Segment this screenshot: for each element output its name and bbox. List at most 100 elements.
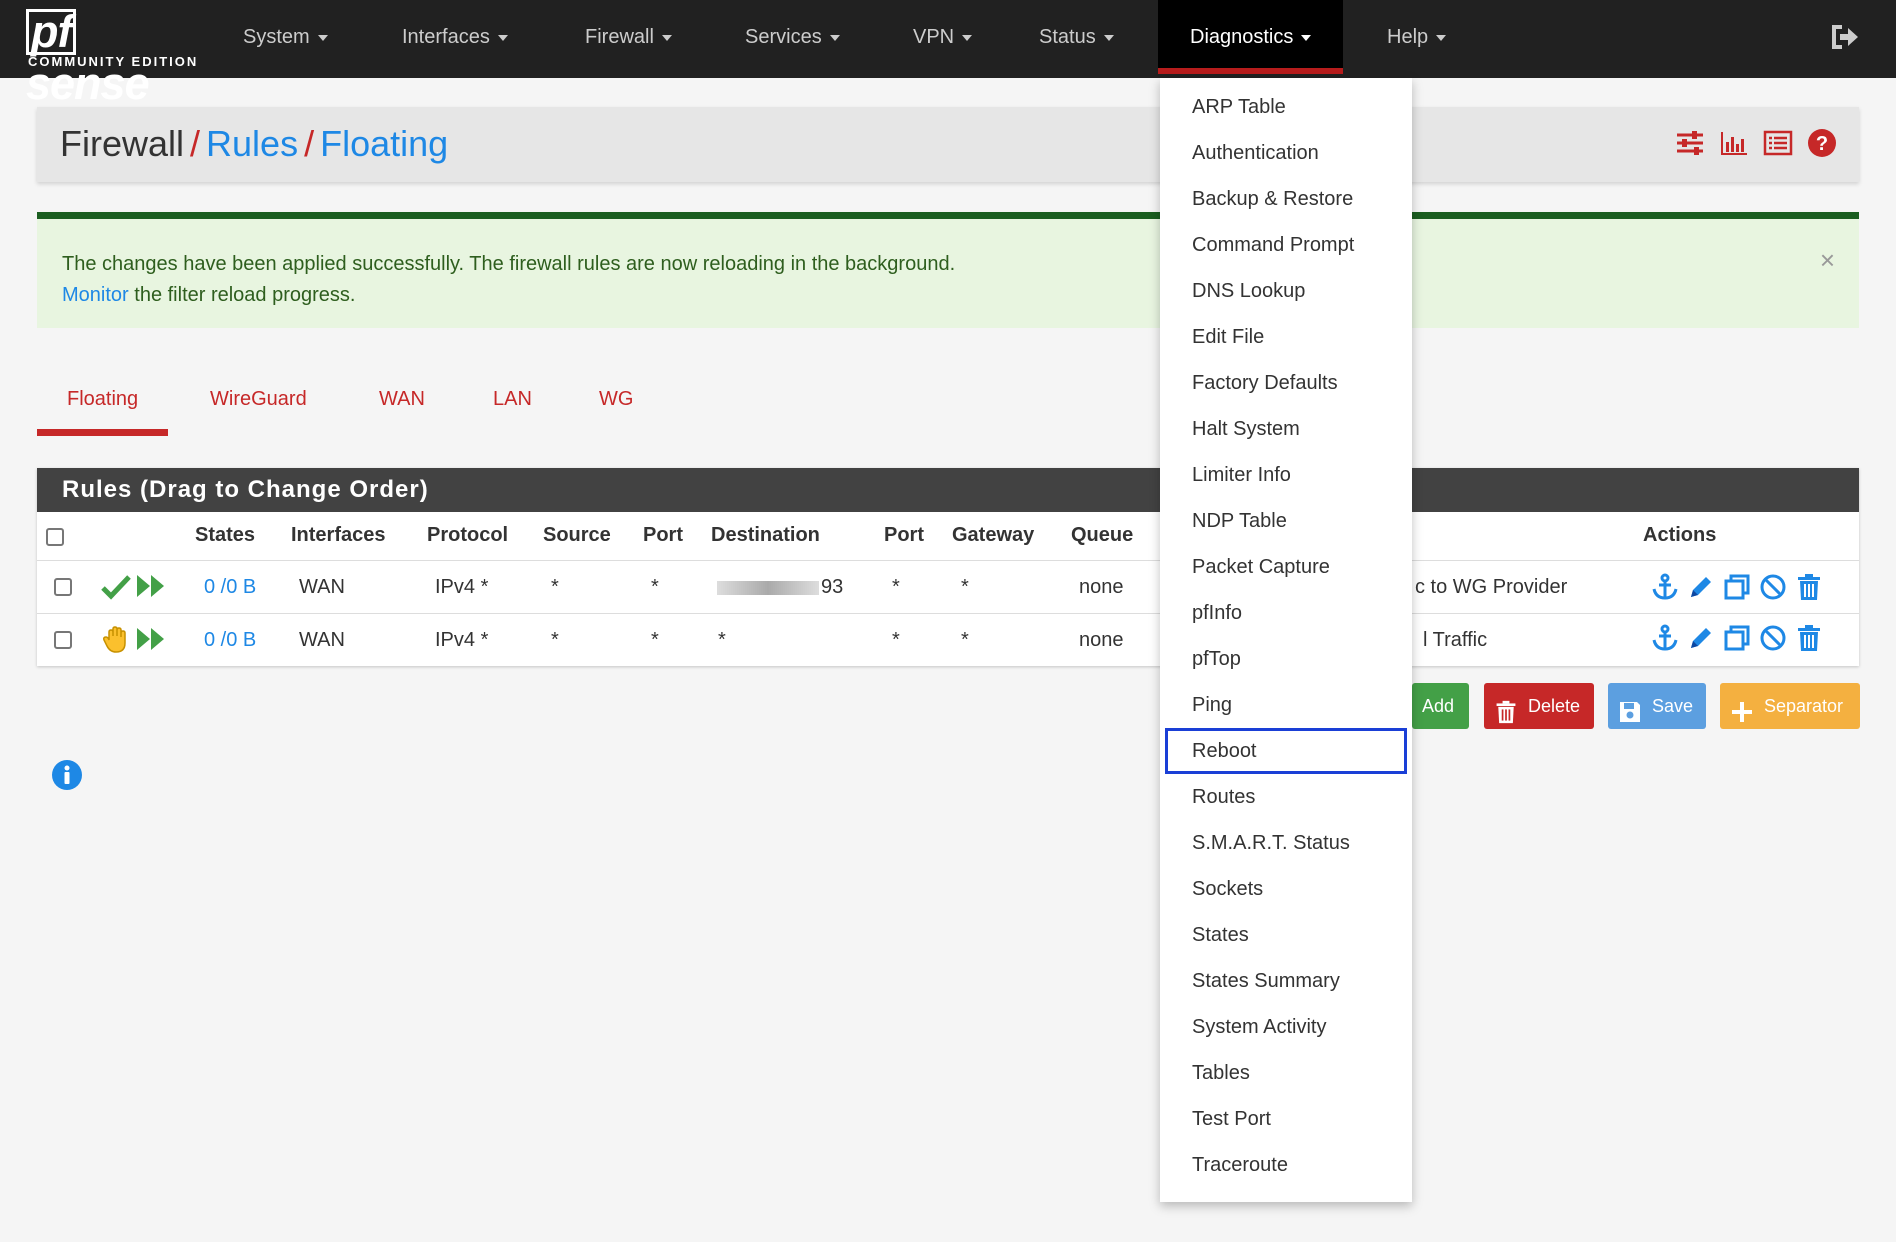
- tab-wg[interactable]: WG: [599, 380, 633, 436]
- table-row[interactable]: 0 /0 B WAN IPv4 * * * 93 * * none c to W…: [37, 560, 1859, 612]
- caret-down-icon: [661, 34, 672, 41]
- trash-icon[interactable]: [1795, 624, 1823, 652]
- tab-lan[interactable]: LAN: [493, 380, 532, 436]
- rule-queue: none: [1079, 576, 1124, 598]
- alert-message-tail: the filter reload progress.: [128, 284, 356, 306]
- menu-item-smart-status[interactable]: S.M.A.R.T. Status: [1160, 820, 1412, 866]
- rule-protocol: IPv4 *: [435, 629, 489, 651]
- rule-description: c to WG Provider: [1415, 576, 1568, 598]
- menu-item-test-port[interactable]: Test Port: [1160, 1096, 1412, 1142]
- menu-item-traceroute[interactable]: Traceroute: [1160, 1142, 1412, 1188]
- trash-icon[interactable]: [1795, 573, 1823, 601]
- menu-item-limiter-info[interactable]: Limiter Info: [1160, 452, 1412, 498]
- monitor-link[interactable]: Monitor: [62, 284, 129, 306]
- tab-wan[interactable]: WAN: [379, 380, 425, 436]
- logout-icon[interactable]: [1828, 22, 1860, 52]
- rule-source: *: [551, 629, 559, 651]
- nav-services[interactable]: Services: [745, 0, 840, 74]
- caret-down-icon: [829, 34, 840, 41]
- rule-port: *: [651, 576, 659, 598]
- menu-item-command-prompt[interactable]: Command Prompt: [1160, 222, 1412, 268]
- nav-system[interactable]: System: [243, 0, 328, 74]
- menu-item-authentication[interactable]: Authentication: [1160, 130, 1412, 176]
- rule-destination: *: [718, 629, 726, 651]
- rule-destination: 93: [717, 576, 843, 599]
- tab-floating[interactable]: Floating: [37, 380, 169, 436]
- menu-item-factory-defaults[interactable]: Factory Defaults: [1160, 360, 1412, 406]
- logo-pf: pf: [26, 9, 77, 55]
- disable-icon[interactable]: [1759, 624, 1787, 652]
- info-icon[interactable]: [51, 759, 83, 791]
- sliders-icon[interactable]: [1675, 128, 1705, 158]
- nav-status[interactable]: Status: [1039, 0, 1114, 74]
- top-navbar: pfsense COMMUNITY EDITION System Interfa…: [0, 0, 1896, 109]
- row-checkbox[interactable]: [54, 578, 72, 596]
- states-link[interactable]: 0 /0 B: [204, 576, 256, 599]
- nav-diagnostics[interactable]: Diagnostics: [1158, 0, 1344, 74]
- nav-help[interactable]: Help: [1387, 0, 1447, 74]
- menu-item-system-activity[interactable]: System Activity: [1160, 1004, 1412, 1050]
- rule-dest-port: *: [892, 629, 900, 651]
- breadcrumb-panel: Firewall / Rules / Floating ?: [37, 107, 1859, 182]
- select-all-checkbox[interactable]: [46, 528, 64, 546]
- close-icon[interactable]: ×: [1820, 245, 1835, 276]
- copy-icon[interactable]: [1723, 624, 1751, 652]
- table-row[interactable]: 0 /0 B WAN IPv4 * * * * * * none l Traff…: [37, 613, 1859, 665]
- caret-down-icon: [1301, 34, 1312, 41]
- header-protocol: Protocol: [427, 524, 509, 546]
- svg-text:?: ?: [1816, 133, 1828, 155]
- rule-interface: WAN: [299, 576, 345, 598]
- pencil-icon[interactable]: [1687, 624, 1715, 652]
- disable-icon[interactable]: [1759, 573, 1787, 601]
- rules-panel: Rules (Drag to Change Order) States Inte…: [37, 468, 1859, 666]
- menu-item-ndp-table[interactable]: NDP Table: [1160, 498, 1412, 544]
- menu-item-halt-system[interactable]: Halt System: [1160, 406, 1412, 452]
- rule-description: l Traffic: [1423, 629, 1488, 651]
- breadcrumb: Firewall / Rules / Floating: [60, 123, 449, 164]
- menu-item-sockets[interactable]: Sockets: [1160, 866, 1412, 912]
- diagnostics-dropdown: ARP Table Authentication Backup & Restor…: [1160, 78, 1412, 1202]
- breadcrumb-rules[interactable]: Rules: [206, 123, 298, 164]
- copy-icon[interactable]: [1723, 573, 1751, 601]
- delete-button[interactable]: Delete: [1484, 683, 1594, 729]
- save-button[interactable]: Save: [1608, 683, 1706, 729]
- menu-item-tables[interactable]: Tables: [1160, 1050, 1412, 1096]
- states-link[interactable]: 0 /0 B: [204, 629, 256, 652]
- menu-item-ping[interactable]: Ping: [1160, 682, 1412, 728]
- menu-item-edit-file[interactable]: Edit File: [1160, 314, 1412, 360]
- header-destination: Destination: [711, 524, 820, 546]
- menu-item-arp-table[interactable]: ARP Table: [1160, 84, 1412, 130]
- row-checkbox[interactable]: [54, 631, 72, 649]
- header-queue: Queue: [1071, 524, 1134, 546]
- menu-item-states[interactable]: States: [1160, 912, 1412, 958]
- add-button[interactable]: Add: [1412, 683, 1469, 729]
- rule-interface: WAN: [299, 629, 345, 651]
- header-interfaces: Interfaces: [291, 524, 386, 546]
- menu-item-states-summary[interactable]: States Summary: [1160, 958, 1412, 1004]
- menu-item-backup-restore[interactable]: Backup & Restore: [1160, 176, 1412, 222]
- menu-item-pftop[interactable]: pfTop: [1160, 636, 1412, 682]
- bar-chart-icon[interactable]: [1719, 128, 1749, 158]
- menu-item-routes[interactable]: Routes: [1160, 774, 1412, 820]
- breadcrumb-firewall: Firewall: [60, 123, 185, 164]
- caret-down-icon: [317, 34, 328, 41]
- header-dest-port: Port: [884, 524, 924, 546]
- list-icon[interactable]: [1763, 128, 1793, 158]
- pfsense-logo[interactable]: pfsense COMMUNITY EDITION: [26, 6, 201, 109]
- anchor-icon[interactable]: [1651, 624, 1679, 652]
- nav-interfaces[interactable]: Interfaces: [402, 0, 508, 74]
- menu-item-packet-capture[interactable]: Packet Capture: [1160, 544, 1412, 590]
- tab-wireguard[interactable]: WireGuard: [210, 380, 307, 436]
- header-actions: Actions: [1643, 524, 1717, 546]
- menu-item-dns-lookup[interactable]: DNS Lookup: [1160, 268, 1412, 314]
- separator-button[interactable]: Separator: [1720, 683, 1860, 729]
- nav-vpn[interactable]: VPN: [913, 0, 973, 74]
- breadcrumb-floating[interactable]: Floating: [320, 123, 448, 164]
- header-source: Source: [543, 524, 611, 546]
- menu-item-reboot[interactable]: Reboot: [1165, 728, 1407, 774]
- pencil-icon[interactable]: [1687, 573, 1715, 601]
- help-icon[interactable]: ?: [1807, 128, 1837, 158]
- menu-item-pfinfo[interactable]: pfInfo: [1160, 590, 1412, 636]
- nav-firewall[interactable]: Firewall: [585, 0, 672, 74]
- anchor-icon[interactable]: [1651, 573, 1679, 601]
